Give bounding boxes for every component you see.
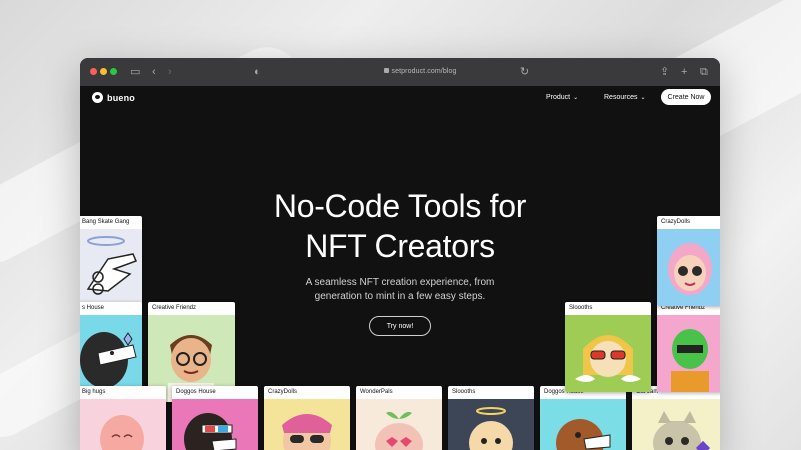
sloth-halo-artwork-icon [448,399,534,450]
hero-subtitle-line-2: generation to mint in a few easy steps. [314,291,486,302]
sprout-bear-artwork-icon [356,399,442,450]
cat-artwork-icon [632,399,720,450]
website: bueno Product ⌄ Resources ⌄ Create Now N… [80,86,720,450]
hand-artwork-icon [80,229,142,306]
card-artwork [80,315,142,392]
reload-icon[interactable]: ↻ [520,65,529,79]
nav-resources-label: Resources [604,94,638,101]
card-artwork [264,399,350,450]
doll-pink-hair-artwork-icon [657,229,720,306]
nft-card-sloooths-2[interactable]: Sloooths [565,302,651,392]
doll-artwork-icon [264,399,350,450]
nav-resources[interactable]: Resources ⌄ [604,94,646,101]
card-artwork [657,315,720,392]
nft-card-crazydolls-2[interactable]: CrazyDolls [657,216,720,306]
new-tab-icon[interactable]: + [681,65,687,79]
card-artwork [448,399,534,450]
nav-product-label: Product [546,94,571,101]
nft-card-bang-skate-gang[interactable]: Bang Skate Gang [80,216,142,306]
dog-artwork-icon [540,399,626,450]
sidebar-toggle-icon[interactable]: ▭ [130,65,140,79]
card-label: Bang Skate Gang [82,219,130,225]
card-label: Big hugs [82,389,106,395]
create-now-button[interactable]: Create Now [661,89,711,105]
card-label: CrazyDolls [661,219,691,225]
nft-card-s-house[interactable]: s House [80,302,142,392]
maximize-window-button[interactable] [110,68,117,75]
nft-card-crazydolls[interactable]: CrazyDolls [264,386,350,450]
nft-card-big-hugs[interactable]: Big hugs [80,386,166,450]
sloth-sunglasses-artwork-icon [565,315,651,392]
minimize-window-button[interactable] [100,68,107,75]
nft-card-sloooths[interactable]: Sloooths [448,386,534,450]
chevron-down-icon: ⌄ [640,95,646,101]
card-artwork [172,399,258,450]
dog-3d-glasses-artwork-icon [172,399,258,450]
chevron-down-icon: ⌄ [573,95,579,101]
alien-artwork-icon [657,315,720,392]
card-label: CrazyDolls [268,389,298,395]
try-now-button[interactable]: Try now! [369,316,431,336]
nft-card-doggos-house-2[interactable]: Doggos House [540,386,626,450]
back-arrow-icon[interactable]: ‹ [152,65,156,79]
card-label: s House [82,305,105,311]
card-label: Creative Friendz [152,305,197,311]
url-text: setproduct.com/blog [391,68,457,75]
address-bar[interactable]: setproduct.com/blog [360,66,480,78]
browser-window: ▭ ‹ › ◐ setproduct.com/blog ↻ ⇪ + ⧉ buen… [80,58,720,450]
share-icon[interactable]: ⇪ [660,65,669,79]
hero-title-line-2: NFT Creators [305,228,495,264]
card-artwork [657,229,720,306]
card-label: Sloooths [569,305,593,311]
nft-card-wonderpals[interactable]: WonderPals [356,386,442,450]
nft-card-doggos-house[interactable]: Doggos House [172,386,258,450]
nav-product[interactable]: Product ⌄ [546,94,578,101]
card-label: WonderPals [360,389,393,395]
logo-icon [92,92,103,103]
site-navbar: bueno Product ⌄ Resources ⌄ Create Now [80,86,720,114]
card-label: Sloooths [452,389,476,395]
browser-toolbar: ▭ ‹ › ◐ setproduct.com/blog ↻ ⇪ + ⧉ [80,58,720,86]
card-label: Doggos House [176,389,216,395]
nft-card-cat-jam[interactable]: Cat Jam [632,386,720,450]
tab-overview-icon[interactable]: ⧉ [700,65,708,79]
hero-title-line-1: No-Code Tools for [273,188,527,224]
nft-card-creative-friendz-2[interactable]: Creative Friendz [657,302,720,392]
card-artwork [80,229,142,306]
hero-subtitle-line-1: A seamless NFT creation experience, from [305,277,495,288]
logo[interactable]: bueno [92,92,135,103]
card-artwork [356,399,442,450]
card-artwork [80,399,166,450]
logo-text: bueno [107,92,135,103]
forward-arrow-icon[interactable]: › [168,65,172,79]
card-artwork [632,399,720,450]
card-artwork [565,315,651,392]
dog-artwork-icon [80,315,142,392]
privacy-shield-icon[interactable]: ◐ [254,65,261,79]
bear-artwork-icon [80,399,166,450]
card-artwork [540,399,626,450]
hero-title: No-Code Tools for NFT Creators [190,186,610,266]
hero-subtitle: A seamless NFT creation experience, from… [280,276,520,304]
close-window-button[interactable] [90,68,97,75]
lock-icon [383,68,389,73]
